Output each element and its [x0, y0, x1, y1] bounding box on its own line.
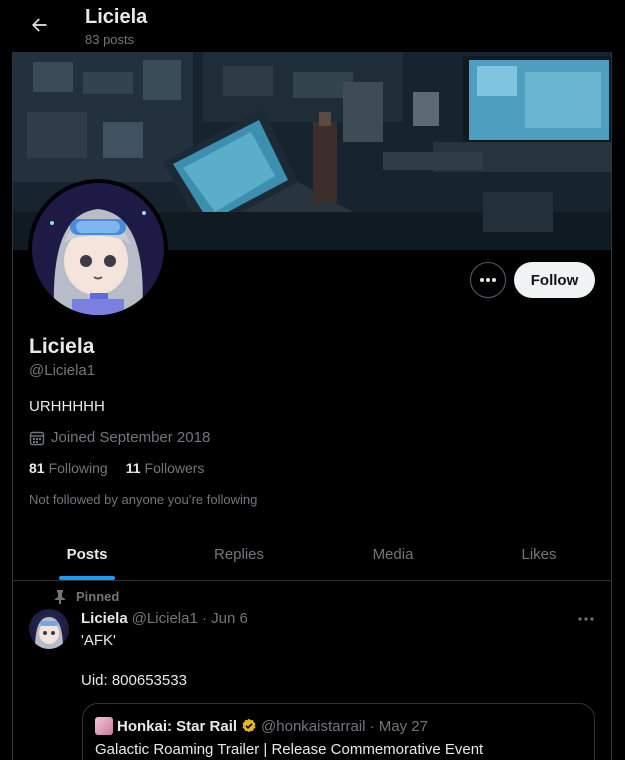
- pinned-label: Pinned: [76, 589, 120, 604]
- post-author-avatar[interactable]: [29, 609, 69, 649]
- header-title: Liciela: [85, 6, 148, 28]
- pin-icon: [55, 589, 65, 604]
- profile-header-bar: Liciela 83 posts: [0, 0, 625, 52]
- not-followed-note: Not followed by anyone you’re following: [29, 492, 258, 507]
- post-header: Liciela @Liciela1 · Jun 6: [81, 610, 248, 627]
- tab-posts[interactable]: Posts: [13, 528, 161, 580]
- following-link[interactable]: 81 Following: [29, 460, 108, 476]
- quoted-post-header: Honkai: Star Rail @honkaistarrail · May …: [95, 717, 428, 735]
- following-count: 81: [29, 460, 45, 476]
- avatar-image: [32, 183, 164, 315]
- quoted-author-avatar: [95, 717, 113, 735]
- quoted-author-meta: @honkaistarrail · May 27: [261, 717, 428, 735]
- following-label: Following: [48, 460, 108, 476]
- followers-link[interactable]: 11 Followers: [126, 460, 205, 476]
- avatar-art: [32, 183, 164, 315]
- profile-bio: URHHHHH: [29, 398, 105, 415]
- quoted-post-title: Galactic Roaming Trailer | Release Comme…: [95, 741, 484, 758]
- follow-stats: 81 Following 11 Followers: [29, 460, 204, 476]
- back-button[interactable]: [26, 12, 52, 38]
- post-more-button[interactable]: [576, 610, 596, 628]
- active-tab-indicator: [59, 576, 115, 580]
- profile-avatar[interactable]: [28, 179, 168, 319]
- ellipsis-icon: [578, 617, 594, 621]
- profile-handle: @Liciela1: [29, 362, 96, 379]
- calendar-icon: [29, 431, 45, 445]
- followers-label: Followers: [144, 460, 205, 476]
- followers-count: 11: [125, 460, 141, 476]
- tab-replies[interactable]: Replies: [165, 528, 313, 580]
- quoted-author-name: Honkai: Star Rail: [117, 717, 238, 735]
- ellipsis-icon: [480, 278, 496, 282]
- post-author-name[interactable]: Liciela: [81, 610, 128, 627]
- profile-display-name: Liciela: [29, 335, 95, 358]
- arrow-left-icon: [32, 18, 47, 32]
- joined-label: Joined September 2018: [51, 429, 211, 446]
- tab-media[interactable]: Media: [319, 528, 467, 580]
- profile-joined: Joined September 2018: [29, 429, 210, 446]
- verified-badge-icon: [242, 718, 256, 733]
- header-post-count: 83 posts: [85, 32, 135, 47]
- more-options-button[interactable]: [470, 262, 506, 298]
- quoted-post-card[interactable]: Honkai: Star Rail @honkaistarrail · May …: [82, 703, 595, 760]
- profile-tabs: Posts Replies Media Likes: [13, 528, 611, 581]
- follow-button[interactable]: Follow: [514, 262, 595, 298]
- post-author-meta[interactable]: @Liciela1 · Jun 6: [132, 610, 248, 627]
- post-text-line-1: 'AFK': [81, 632, 116, 649]
- tab-likes[interactable]: Likes: [465, 528, 613, 580]
- pinned-label-row: Pinned: [54, 589, 119, 604]
- post-avatar-art: [35, 617, 63, 649]
- post-text-line-2: Uid: 800653533: [81, 672, 187, 689]
